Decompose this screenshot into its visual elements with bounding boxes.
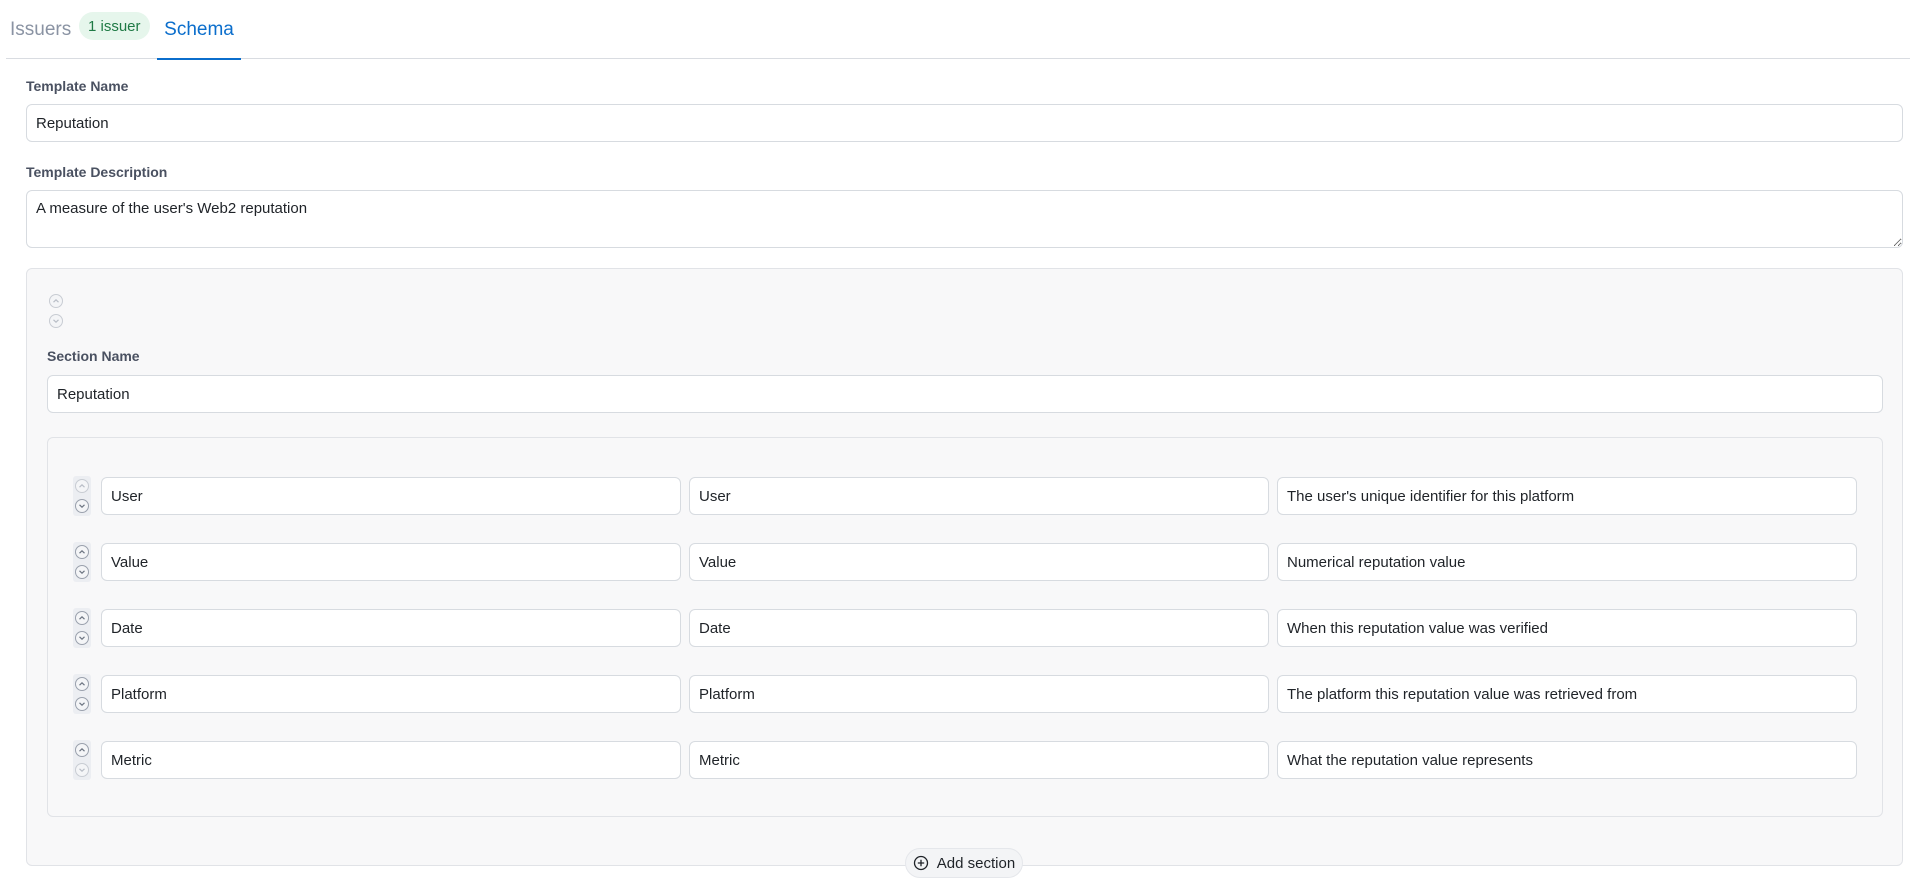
field-description-input[interactable]	[1277, 741, 1857, 779]
field-type-input[interactable]	[689, 675, 1269, 713]
move-field-down-button[interactable]	[75, 565, 89, 579]
plus-circle-icon	[913, 855, 929, 871]
issuer-count-badge: 1 issuer	[79, 12, 150, 40]
chevron-down-icon	[79, 636, 85, 641]
section-name-input[interactable]	[47, 375, 1883, 413]
field-reorder-controls	[73, 476, 91, 516]
chevron-down-icon	[79, 570, 85, 575]
chevron-up-icon	[79, 747, 85, 752]
field-name-input[interactable]	[101, 543, 681, 581]
add-section-label: Add section	[936, 854, 1016, 872]
field-type-input[interactable]	[689, 543, 1269, 581]
template-description-input[interactable]: A measure of the user's Web2 reputation	[26, 190, 1903, 248]
move-field-up-button[interactable]	[75, 611, 89, 625]
template-name-label: Template Name	[26, 78, 129, 94]
move-field-down-button[interactable]	[75, 499, 89, 513]
tab-bar: Issuers 1 issuer Schema	[6, 0, 1910, 60]
move-field-down-button[interactable]	[75, 697, 89, 711]
schema-section: Section Name	[26, 268, 1903, 866]
tab-issuers-label: Issuers	[10, 18, 72, 40]
field-reorder-controls	[73, 674, 91, 714]
chevron-down-icon	[79, 768, 85, 773]
fields-list	[47, 437, 1883, 817]
move-field-up-button[interactable]	[75, 677, 89, 691]
field-description-input[interactable]	[1277, 609, 1857, 647]
chevron-up-icon	[79, 549, 85, 554]
move-field-down-button[interactable]	[75, 763, 89, 777]
field-name-input[interactable]	[101, 741, 681, 779]
chevron-down-icon	[53, 319, 59, 324]
move-field-up-button[interactable]	[75, 479, 89, 493]
field-name-input[interactable]	[101, 675, 681, 713]
template-name-input[interactable]	[26, 104, 1903, 142]
move-section-down-button[interactable]	[49, 314, 63, 328]
chevron-up-icon	[79, 483, 85, 488]
move-field-down-button[interactable]	[75, 631, 89, 645]
section-name-label: Section Name	[47, 348, 140, 364]
chevron-up-icon	[79, 615, 85, 620]
chevron-up-icon	[53, 298, 59, 303]
move-field-up-button[interactable]	[75, 545, 89, 559]
field-name-input[interactable]	[101, 477, 681, 515]
field-type-input[interactable]	[689, 609, 1269, 647]
field-type-input[interactable]	[689, 477, 1269, 515]
field-description-input[interactable]	[1277, 543, 1857, 581]
template-description-label: Template Description	[26, 164, 168, 180]
section-reorder-controls	[47, 291, 65, 331]
field-name-input[interactable]	[101, 609, 681, 647]
chevron-up-icon	[79, 681, 85, 686]
move-section-up-button[interactable]	[49, 294, 63, 308]
tab-schema-label: Schema	[164, 18, 234, 40]
tab-issuers[interactable]: Issuers	[10, 0, 71, 59]
chevron-down-icon	[79, 504, 85, 509]
field-reorder-controls	[73, 608, 91, 648]
tab-schema[interactable]: Schema	[157, 0, 241, 60]
chevron-down-icon	[79, 702, 85, 707]
field-description-input[interactable]	[1277, 675, 1857, 713]
field-reorder-controls	[73, 740, 91, 780]
field-reorder-controls	[73, 542, 91, 582]
move-field-up-button[interactable]	[75, 743, 89, 757]
field-description-input[interactable]	[1277, 477, 1857, 515]
add-section-button[interactable]: Add section	[905, 848, 1023, 878]
field-type-input[interactable]	[689, 741, 1269, 779]
